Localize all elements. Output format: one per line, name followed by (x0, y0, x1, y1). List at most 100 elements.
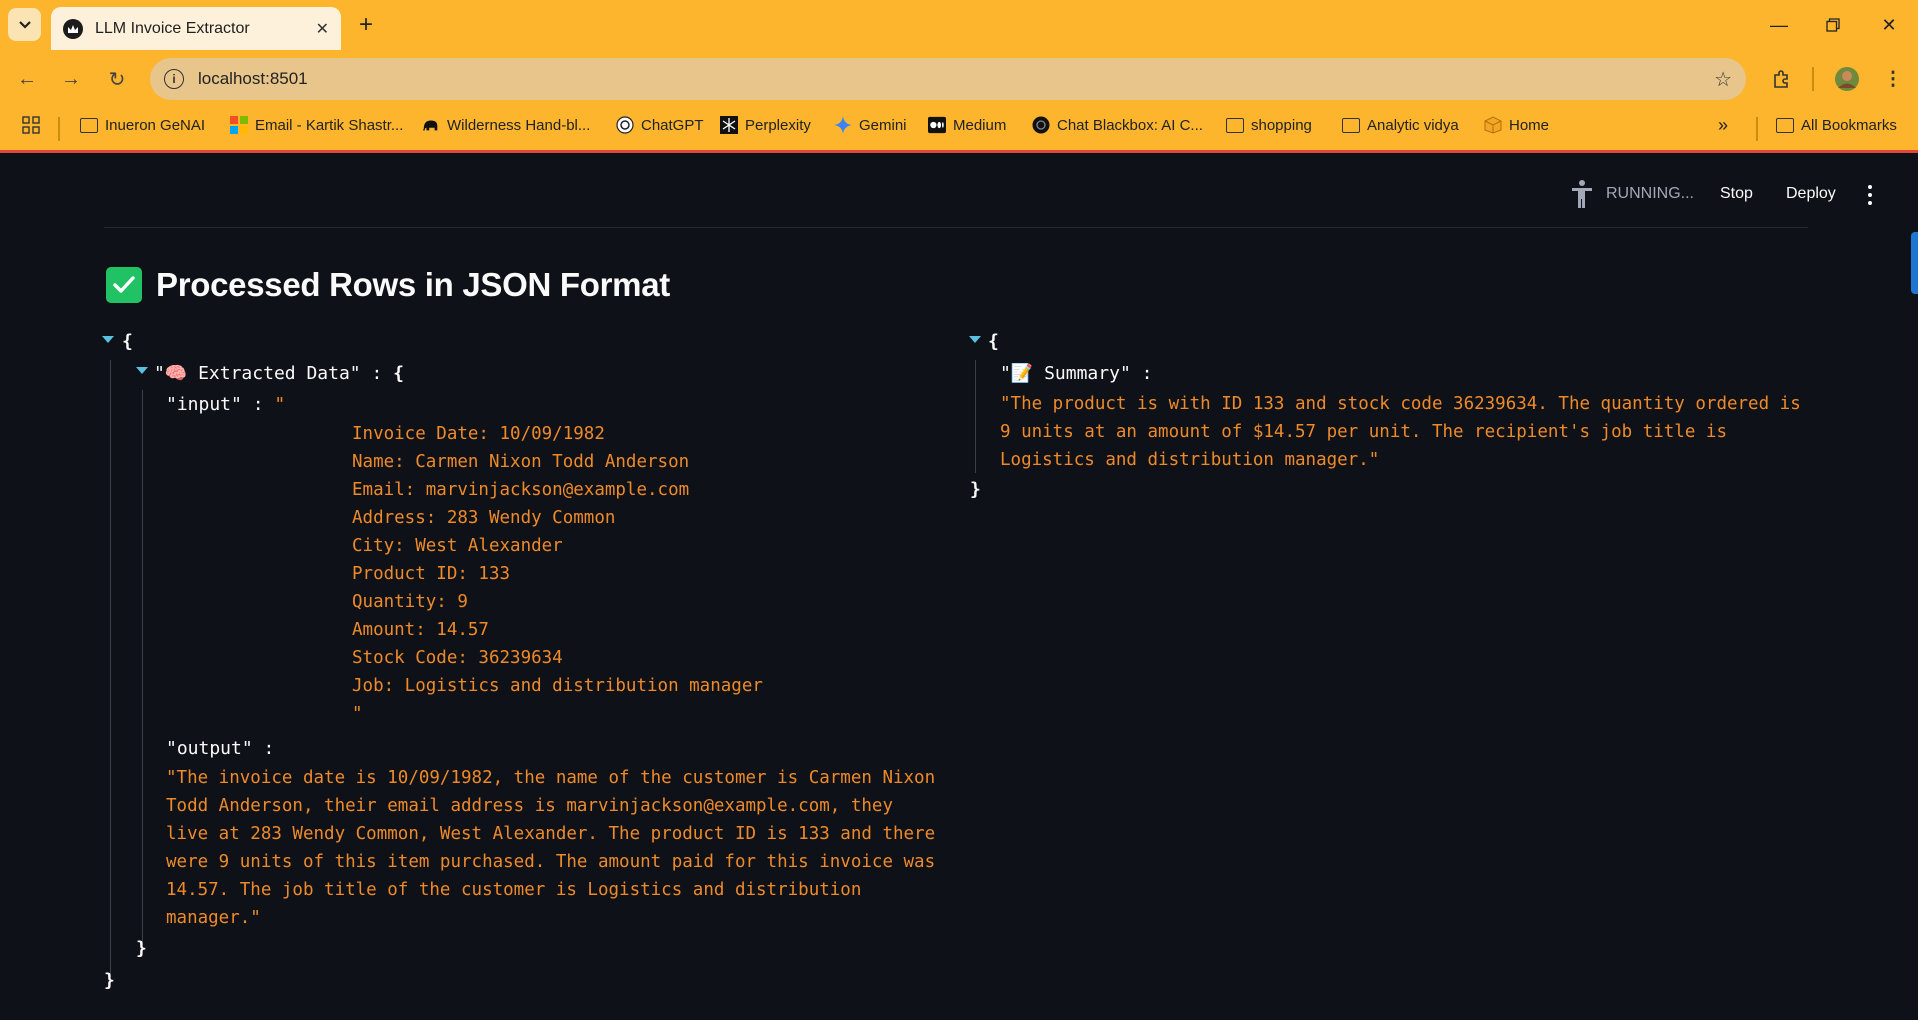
gemini-icon (834, 116, 852, 134)
status-text: RUNNING... (1606, 185, 1694, 202)
bookmark-label: Chat Blackbox: AI C... (1057, 116, 1203, 134)
url-text: localhost:8501 (198, 69, 308, 88)
indent-guide (142, 390, 143, 945)
bookmark-inueron-genai[interactable]: Inueron GeNAI (80, 112, 205, 138)
more-bookmarks-icon[interactable]: » (1718, 112, 1728, 138)
bookmark-star-icon[interactable]: ☆ (1714, 67, 1732, 92)
indent-guide (110, 360, 111, 977)
bookmark-label: ChatGPT (641, 116, 704, 134)
forward-arrow-icon[interactable]: → (56, 64, 86, 94)
bookmarks-divider (58, 117, 60, 141)
perplexity-icon (720, 116, 738, 134)
close-window-icon[interactable]: ✕ (1874, 10, 1904, 40)
all-bookmarks-label: All Bookmarks (1801, 116, 1897, 134)
key-text: "🧠 Extracted Data" (154, 363, 361, 384)
bookmark-email[interactable]: Email - Kartik Shastr... (230, 112, 403, 138)
bookmark-gemini[interactable]: Gemini (834, 112, 907, 138)
minimize-icon[interactable]: — (1764, 10, 1794, 40)
bookmarks-bar: Inueron GeNAI Email - Kartik Shastr... W… (0, 108, 1918, 142)
json-key-extracted-data: "🧠 Extracted Data" : { (154, 363, 404, 384)
running-man-icon (1572, 180, 1592, 208)
bookmark-chatgpt[interactable]: ChatGPT (616, 112, 704, 138)
medium-icon (928, 116, 946, 134)
tab-title: LLM Invoice Extractor (95, 19, 250, 37)
chrome-menu-icon[interactable]: ⋮ (1878, 64, 1908, 94)
input-line: Address: 283 Wendy Common (352, 508, 616, 528)
toolbar: ← → ↻ i localhost:8501 ☆ ⋮ (0, 56, 1918, 102)
bookmark-label: shopping (1251, 116, 1312, 134)
colon: : (263, 738, 275, 759)
json-close-brace: } (970, 479, 981, 500)
divider (104, 227, 1808, 228)
browser-chrome: LLM Invoice Extractor ✕ + — ✕ ← → ↻ i lo… (0, 0, 1918, 152)
bookmark-perplexity[interactable]: Perplexity (720, 112, 811, 138)
indent-guide (975, 360, 976, 473)
main-menu-icon[interactable] (1866, 185, 1874, 205)
json-output-value: "The invoice date is 10/09/1982, the nam… (166, 768, 946, 928)
reload-icon[interactable]: ↻ (102, 64, 132, 94)
bookmark-shopping[interactable]: shopping (1226, 112, 1312, 138)
bookmark-label: Analytic vidya (1367, 116, 1459, 134)
scroll-indicator[interactable] (1911, 232, 1918, 294)
restore-icon[interactable] (1818, 10, 1848, 40)
bookmark-home[interactable]: Home (1484, 112, 1549, 138)
close-tab-icon[interactable]: ✕ (316, 19, 329, 39)
input-line: Invoice Date: 10/09/1982 (352, 424, 605, 444)
json-close-brace: } (104, 970, 115, 991)
json-open-brace: { (988, 331, 999, 352)
input-line: Job: Logistics and distribution manager (352, 676, 763, 696)
folder-icon (80, 116, 98, 134)
folder-icon (1226, 116, 1244, 134)
chevron-down-icon (18, 20, 31, 29)
input-line: Amount: 14.57 (352, 620, 489, 640)
json-key-summary: "📝 Summary" : (1000, 363, 1152, 384)
input-line: " (352, 704, 363, 724)
bookmark-wilderness[interactable]: Wilderness Hand-bl... (422, 112, 590, 138)
collapse-caret-icon[interactable] (969, 336, 981, 343)
colon: : (371, 363, 383, 384)
blackbox-icon (1032, 116, 1050, 134)
bookmark-analytic-vidya[interactable]: Analytic vidya (1342, 112, 1459, 138)
chatgpt-icon (616, 116, 634, 134)
json-key-input: "input" : " (166, 394, 285, 415)
new-tab-button[interactable]: + (352, 11, 380, 39)
apps-grid-icon[interactable] (22, 112, 40, 138)
colon: : (1141, 363, 1153, 384)
bookmark-medium[interactable]: Medium (928, 112, 1006, 138)
input-line: Product ID: 133 (352, 564, 511, 584)
folder-icon (1342, 116, 1360, 134)
site-info-icon[interactable]: i (164, 69, 184, 89)
input-line: City: West Alexander (352, 536, 563, 556)
profile-avatar[interactable] (1832, 64, 1862, 94)
bookmark-blackbox[interactable]: Chat Blackbox: AI C... (1032, 112, 1203, 138)
inner-open-brace: { (393, 363, 405, 384)
input-line: Quantity: 9 (352, 592, 468, 612)
bookmark-label: Wilderness Hand-bl... (447, 116, 591, 134)
address-bar[interactable]: i localhost:8501 ☆ (150, 58, 1746, 100)
json-inner-close-brace: } (136, 938, 147, 959)
page-title: Processed Rows in JSON Format (156, 266, 670, 303)
extensions-icon[interactable] (1766, 64, 1796, 94)
json-open-brace: { (122, 331, 133, 352)
microsoft-icon (230, 116, 248, 134)
bookmark-label: Medium (953, 116, 1007, 134)
collapse-caret-icon[interactable] (136, 367, 148, 374)
input-line: Stock Code: 36239634 (352, 648, 563, 668)
key-text: "output" (166, 738, 253, 759)
json-key-output: "output" : (166, 738, 274, 759)
check-mark-icon (106, 267, 142, 303)
box-icon (1484, 116, 1502, 134)
folder-icon (1776, 116, 1794, 134)
back-arrow-icon[interactable]: ← (12, 64, 42, 94)
deploy-button[interactable]: Deploy (1786, 185, 1836, 203)
bookmark-label: Inueron GeNAI (105, 116, 206, 134)
tab-search-button[interactable] (8, 8, 41, 41)
input-line: Email: marvinjackson@example.com (352, 480, 690, 500)
active-tab[interactable]: LLM Invoice Extractor ✕ (51, 7, 341, 50)
tab-bar: LLM Invoice Extractor ✕ + — ✕ (0, 0, 1918, 50)
bookmark-label: Home (1509, 116, 1550, 134)
bookmark-label: Perplexity (745, 116, 811, 134)
stop-button[interactable]: Stop (1720, 185, 1753, 203)
all-bookmarks-button[interactable]: All Bookmarks (1776, 112, 1897, 138)
collapse-caret-icon[interactable] (102, 336, 114, 343)
